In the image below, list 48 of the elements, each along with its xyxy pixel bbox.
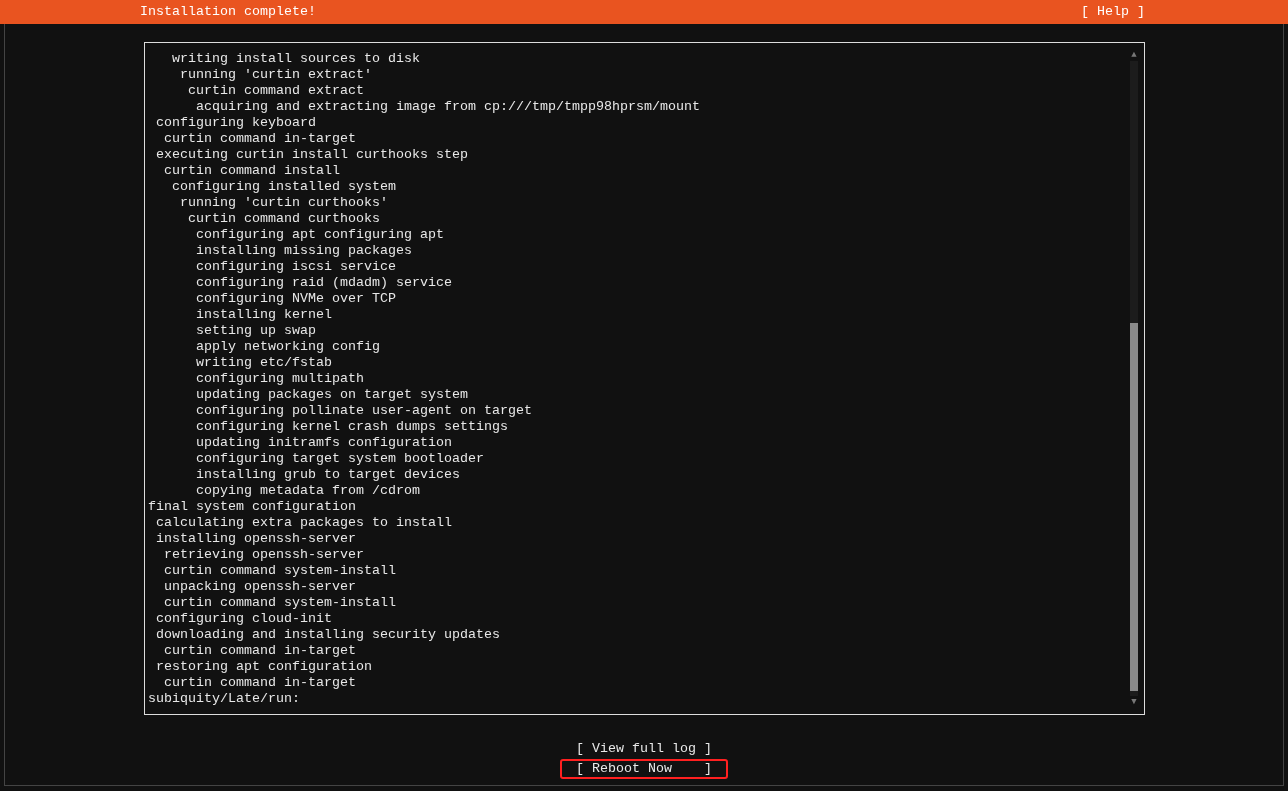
help-button[interactable]: [ Help ] [1081, 4, 1145, 20]
log-line: configuring cloud-init [155, 611, 333, 627]
log-line: downloading and installing security updates [155, 627, 501, 643]
action-button[interactable]: [ Reboot Now ] [560, 759, 728, 779]
log-line: configuring multipath [195, 371, 365, 387]
log-line: curtin command in-target [163, 643, 357, 659]
log-line: unpacking openssh-server [163, 579, 357, 595]
log-line: configuring installed system [171, 179, 397, 195]
log-line: writing install sources to disk [171, 51, 421, 67]
log-line: configuring kernel crash dumps settings [195, 419, 509, 435]
log-line: curtin command in-target [163, 675, 357, 691]
log-line: curtin command extract [187, 83, 365, 99]
log-line: acquiring and extracting image from cp:///tmp/tmpp98hprsm/mount [195, 99, 701, 115]
log-line: executing curtin install curthooks step [155, 147, 469, 163]
log-line: installing missing packages [195, 243, 413, 259]
log-line: installing grub to target devices [195, 467, 461, 483]
log-line: configuring iscsi service [195, 259, 397, 275]
log-line: copying metadata from /cdrom [195, 483, 421, 499]
log-line: configuring target system bootloader [195, 451, 485, 467]
log-line: updating packages on target system [195, 387, 469, 403]
scrollbar-thumb[interactable] [1130, 323, 1138, 691]
log-line: updating initramfs configuration [195, 435, 453, 451]
log-line: configuring NVMe over TCP [195, 291, 397, 307]
log-line: configuring pollinate user-agent on target [195, 403, 533, 419]
scroll-up-button[interactable]: ▲ [1131, 49, 1137, 61]
log-line: writing etc/fstab [195, 355, 333, 371]
log-line: configuring raid (mdadm) service [195, 275, 453, 291]
log-line: calculating extra packages to install [155, 515, 453, 531]
log-line: installing openssh-server [155, 531, 357, 547]
log-line: subiquity/Late/run: [148, 691, 301, 707]
log-line: configuring apt configuring apt [195, 227, 445, 243]
log-line: curtin command in-target [163, 131, 357, 147]
log-line: curtin command install [163, 163, 341, 179]
action-button[interactable]: [ View full log ] [560, 739, 728, 759]
log-line: restoring apt configuration [155, 659, 373, 675]
log-line: retrieving openssh-server [163, 547, 365, 563]
log-line: configuring keyboard [155, 115, 317, 131]
log-line: curtin command system-install [163, 563, 397, 579]
log-line: setting up swap [195, 323, 317, 339]
log-line: installing kernel [195, 307, 333, 323]
log-line: curtin command system-install [163, 595, 397, 611]
log-line: running 'curtin curthooks' [179, 195, 389, 211]
scroll-down-button[interactable]: ▼ [1131, 696, 1137, 708]
header-title: Installation complete! [140, 4, 316, 20]
log-line: final system configuration [148, 499, 357, 515]
log-line: running 'curtin extract' [179, 67, 373, 83]
log-line: apply networking config [195, 339, 381, 355]
log-line: curtin command curthooks [187, 211, 381, 227]
